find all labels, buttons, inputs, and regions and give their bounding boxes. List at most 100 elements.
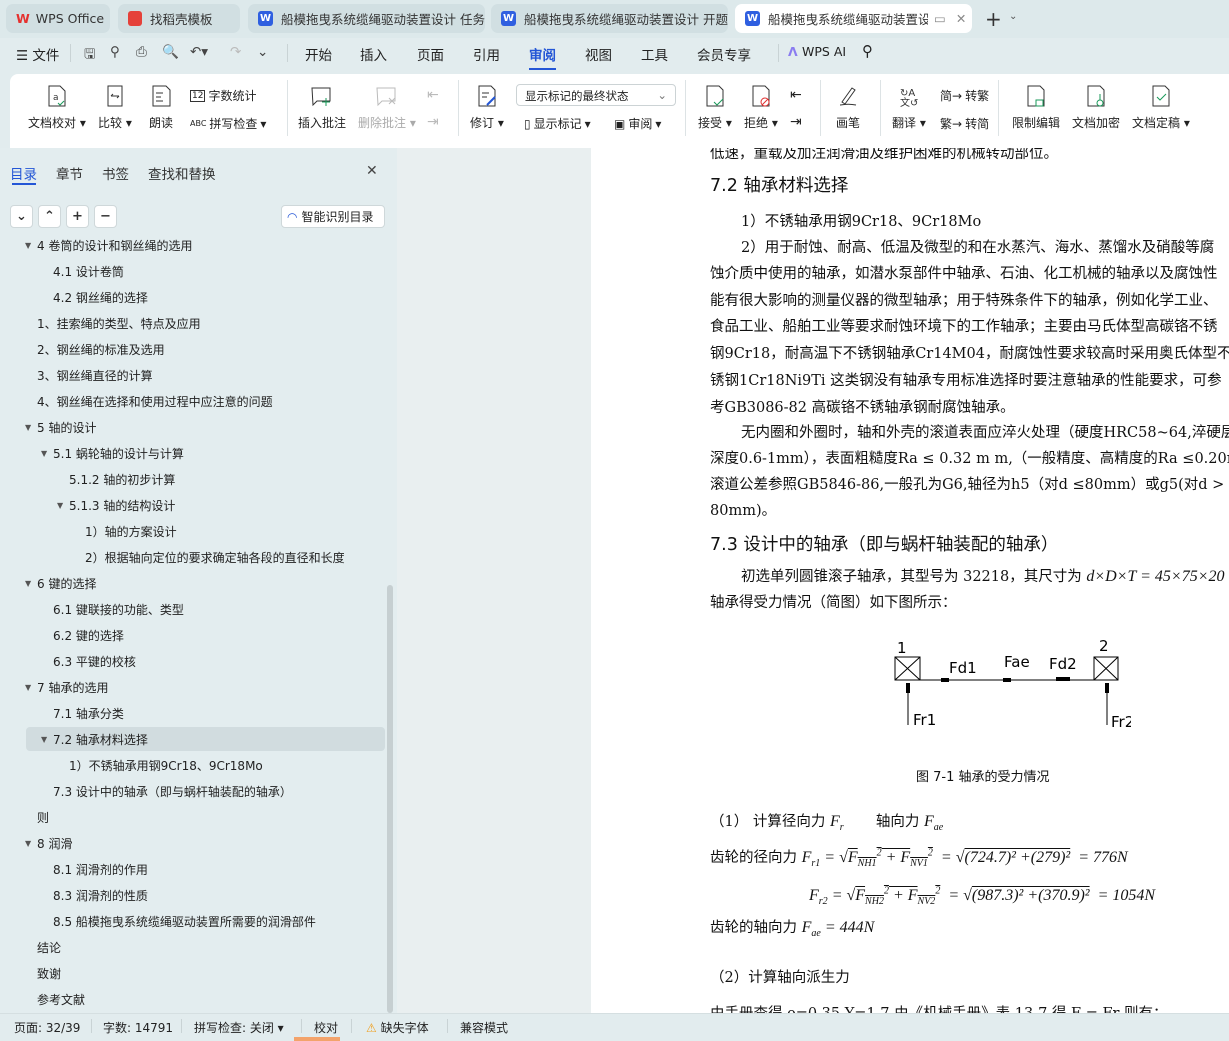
print-icon[interactable]: ⎙: [136, 44, 147, 60]
toc-item[interactable]: 8.1 润滑剂的作用: [26, 857, 385, 881]
track-changes-button[interactable]: 修订 ▾: [470, 84, 504, 131]
menu-start[interactable]: 开始: [305, 44, 332, 64]
tab-doc-proposal[interactable]: W船模拖曳系统缆绳驱动装置设计 开题报告: [491, 4, 728, 33]
tab-wps-office[interactable]: W WPS Office: [6, 4, 110, 33]
toc-item[interactable]: ▼ 7.2 轴承材料选择: [26, 727, 385, 751]
toc-item[interactable]: 6.3 平键的校核: [26, 649, 385, 673]
tab-doc-task[interactable]: W 船模拖曳系统缆绳驱动装置设计 任务书: [248, 4, 485, 33]
toc-item[interactable]: 1）不锈轴承用钢9Cr18、9Cr18Mo: [26, 753, 385, 777]
tab-find-replace[interactable]: 查找和替换: [148, 163, 216, 183]
expand-triangle-icon[interactable]: ▼: [25, 683, 31, 692]
add-heading-button[interactable]: +: [66, 205, 89, 228]
insert-comment-button[interactable]: 插入批注: [298, 84, 346, 131]
toc-item[interactable]: ▼ 5 轴的设计: [25, 415, 385, 439]
toc-item[interactable]: 7.3 设计中的轴承（即与蜗杆轴装配的轴承）: [26, 779, 385, 803]
toc-item[interactable]: 结论: [26, 935, 385, 959]
toc-item[interactable]: 4.2 钢丝绳的选择: [26, 285, 385, 309]
close-pane-icon[interactable]: ✕: [366, 163, 378, 179]
expand-triangle-icon[interactable]: ▼: [25, 241, 31, 250]
save-icon[interactable]: 🖫: [84, 44, 96, 67]
accept-button[interactable]: 接受 ▾: [698, 84, 732, 131]
toc-item[interactable]: ▼ 5.1.3 轴的结构设计: [26, 493, 385, 517]
new-tab-icon[interactable]: +: [985, 7, 1002, 31]
read-aloud-button[interactable]: 朗读: [149, 84, 173, 131]
compare-button[interactable]: 比较 ▾: [98, 84, 132, 131]
toc-item[interactable]: 7.1 轴承分类: [26, 701, 385, 725]
page-indicator[interactable]: 页面: 32/39: [14, 1019, 80, 1036]
toc-item[interactable]: 2、钢丝绳的标准及选用: [26, 337, 385, 361]
next-change-icon[interactable]: ⇥: [790, 114, 802, 130]
review-pane-button[interactable]: ▣ 审阅 ▾: [614, 115, 661, 132]
remove-heading-button[interactable]: −: [94, 205, 117, 228]
toc-item[interactable]: 致谢: [26, 961, 385, 985]
expand-triangle-icon[interactable]: ▼: [57, 501, 63, 510]
tab-bookmarks[interactable]: 书签: [102, 163, 129, 183]
spell-check-button[interactable]: ABC 拼写检查 ▾: [190, 115, 266, 132]
toc-item[interactable]: ▼ 6 键的选择: [25, 571, 385, 595]
tab-doc-active[interactable]: W 船模拖曳系统缆绳驱动装置设计 ▭ ✕: [735, 4, 972, 33]
toc-item[interactable]: ▼ 7 轴承的选用: [25, 675, 385, 699]
close-tab-icon[interactable]: ✕: [956, 11, 966, 26]
markup-mode-select[interactable]: 显示标记的最终状态 ⌄: [516, 84, 676, 106]
menu-review[interactable]: 审阅: [529, 44, 556, 70]
redo-icon[interactable]: ↷: [230, 44, 241, 60]
word-count-button[interactable]: 12 字数统计: [190, 87, 256, 104]
toc-item[interactable]: ▼ 4 卷筒的设计和钢丝绳的选用: [25, 234, 385, 257]
window-icon[interactable]: ▭: [934, 11, 946, 26]
print-preview-icon[interactable]: 🔍: [162, 44, 179, 60]
word-count-indicator[interactable]: 字数: 14791: [103, 1019, 173, 1036]
expand-triangle-icon[interactable]: ▼: [25, 839, 31, 848]
menu-tools[interactable]: 工具: [641, 44, 668, 64]
prev-change-icon[interactable]: ⇤: [790, 87, 802, 103]
toc-item[interactable]: ▼ 5.1 蜗轮轴的设计与计算: [26, 441, 385, 465]
next-comment-icon[interactable]: ⇥: [427, 114, 439, 130]
toc-item[interactable]: 6.1 键联接的功能、类型: [26, 597, 385, 621]
menu-insert[interactable]: 插入: [360, 44, 387, 64]
share-link-icon[interactable]: ⚲: [110, 44, 120, 60]
proofread-button[interactable]: a 文档校对 ▾: [28, 84, 86, 131]
chevron-down-icon[interactable]: ⌄: [1009, 11, 1017, 22]
toc-item[interactable]: 4.1 设计卷筒: [26, 259, 385, 283]
undo-icon[interactable]: ↶▾: [190, 44, 208, 60]
toc-item[interactable]: 8.3 润滑剂的性质: [26, 883, 385, 907]
toc-item[interactable]: 4、钢丝绳在选择和使用过程中应注意的问题: [26, 389, 385, 413]
encrypt-button[interactable]: 文档加密: [1072, 84, 1120, 131]
expand-up-button[interactable]: ⌃: [38, 205, 61, 228]
to-simplified-button[interactable]: 繁→ 转简: [940, 115, 989, 132]
restrict-editing-button[interactable]: 限制编辑: [1012, 84, 1060, 131]
search-icon[interactable]: ⚲: [862, 42, 873, 60]
tab-toc[interactable]: 目录: [10, 163, 37, 183]
menu-member[interactable]: 会员专享: [697, 44, 751, 64]
toc-item[interactable]: 1、挂索绳的类型、特点及应用: [26, 311, 385, 335]
toc-item[interactable]: 3、钢丝绳直径的计算: [26, 363, 385, 387]
smart-toc-button[interactable]: ◠ 智能识别目录: [281, 205, 385, 228]
to-traditional-button[interactable]: 简→ 转繁: [940, 87, 989, 104]
show-markup-button[interactable]: ▯ 显示标记 ▾: [524, 115, 591, 132]
expand-triangle-icon[interactable]: ▼: [41, 449, 47, 458]
collapse-down-button[interactable]: ⌄: [10, 205, 33, 228]
menu-view[interactable]: 视图: [585, 44, 612, 64]
translate-button[interactable]: ↻A 文↺ 翻译 ▾: [892, 84, 926, 131]
finalize-button[interactable]: 文档定稿 ▾: [1132, 84, 1190, 131]
prev-comment-icon[interactable]: ⇤: [427, 87, 439, 103]
expand-triangle-icon[interactable]: ▼: [25, 579, 31, 588]
menu-reference[interactable]: 引用: [473, 44, 500, 64]
toc-item[interactable]: 则: [26, 805, 385, 829]
missing-font-status[interactable]: ⚠ 缺失字体: [366, 1019, 429, 1036]
menu-page[interactable]: 页面: [417, 44, 444, 64]
proof-status[interactable]: 校对: [314, 1019, 338, 1036]
reject-button[interactable]: 拒绝 ▾: [744, 84, 778, 131]
tab-template[interactable]: 找稻壳模板: [118, 4, 240, 33]
wps-ai-button[interactable]: Λ WPS AI: [788, 44, 846, 59]
toc-item[interactable]: 参考文献: [26, 987, 385, 1011]
toc-item[interactable]: 8.5 船模拖曳系统缆绳驱动装置所需要的润滑部件: [26, 909, 385, 933]
tab-chapters[interactable]: 章节: [56, 163, 83, 183]
toc-scrollbar[interactable]: [387, 585, 393, 1013]
expand-triangle-icon[interactable]: ▼: [25, 423, 31, 432]
more-chevron-icon[interactable]: ⌄: [257, 44, 268, 60]
file-menu[interactable]: ☰ 文件: [16, 44, 59, 64]
spell-check-status[interactable]: 拼写检查: 关闭 ▾: [194, 1019, 284, 1036]
toc-item[interactable]: 2）根据轴向定位的要求确定轴各段的直径和长度: [26, 545, 385, 569]
toc-item[interactable]: 5.1.2 轴的初步计算: [26, 467, 385, 491]
pen-button[interactable]: 画笔: [836, 84, 860, 131]
